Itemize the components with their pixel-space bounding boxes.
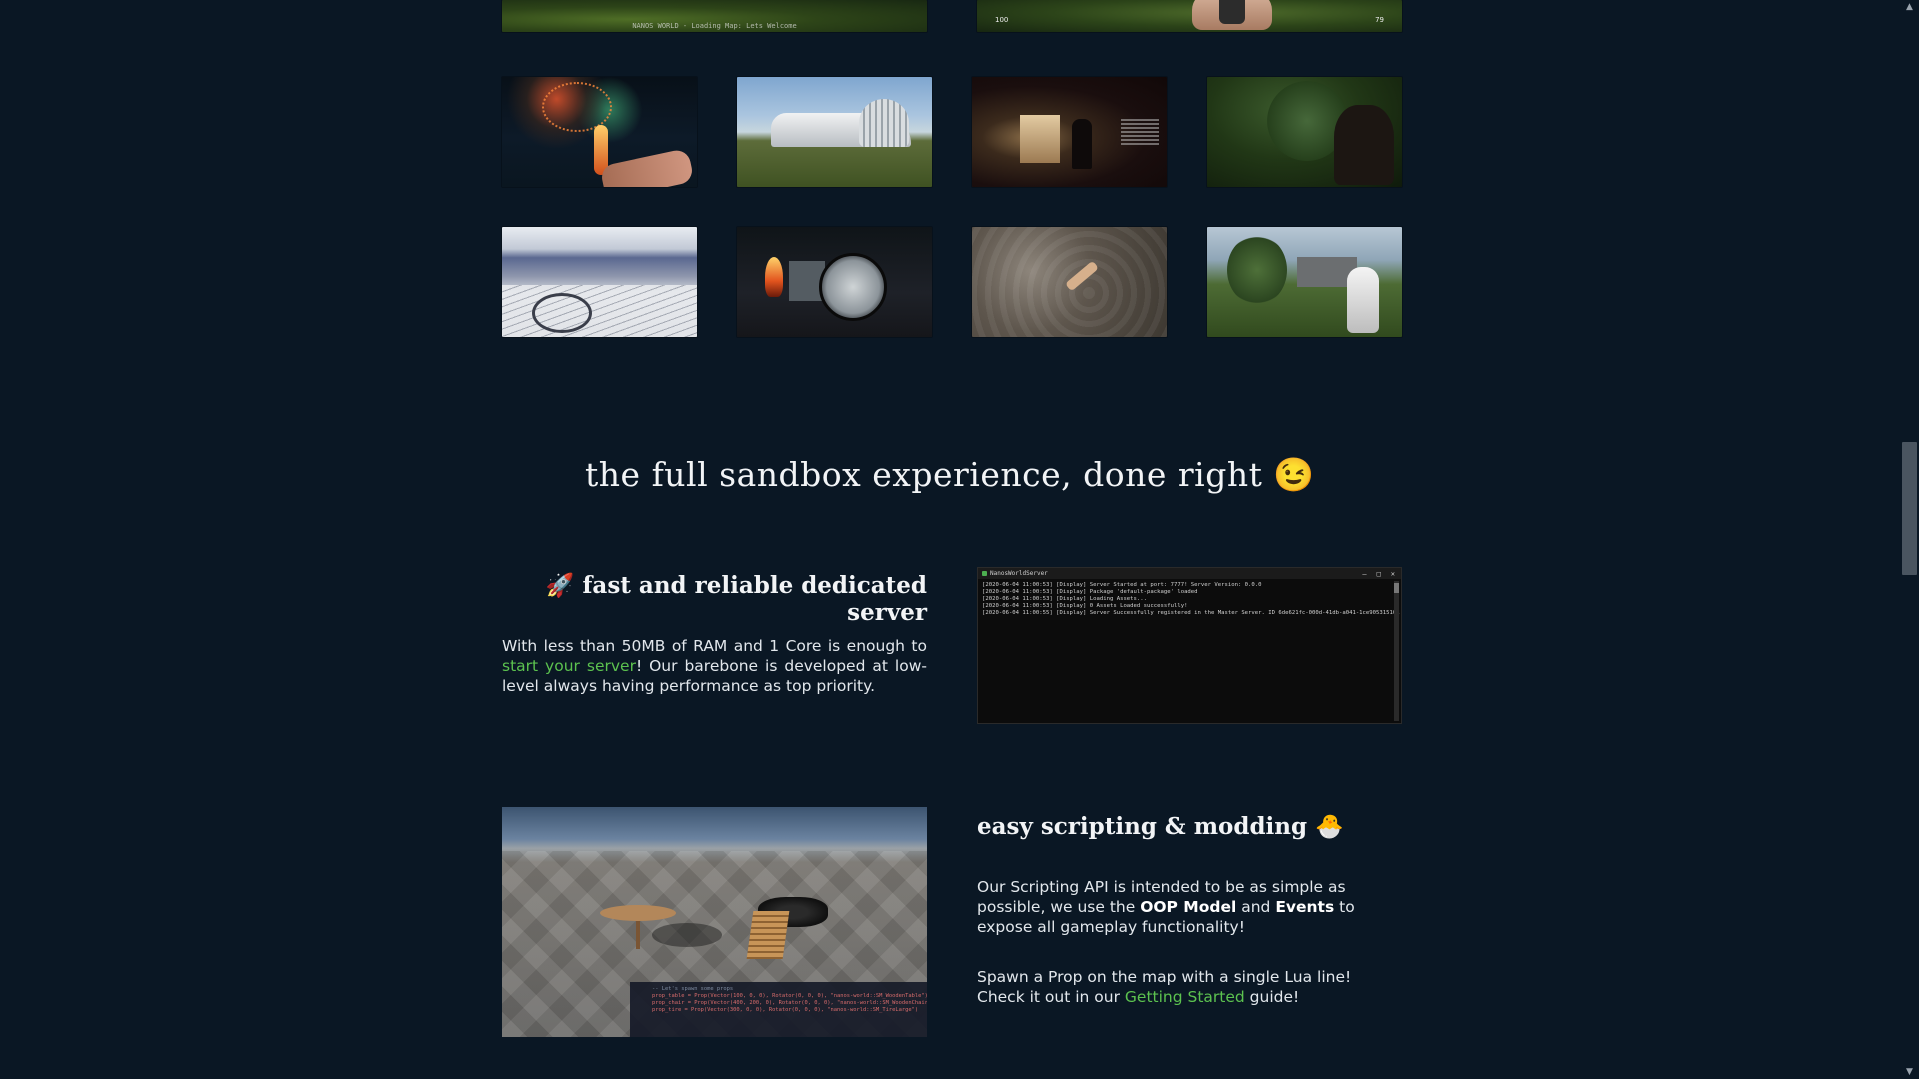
console-line: [2020-06-04 11:00:53] [Display] Loading … bbox=[982, 596, 1148, 602]
screenshot-dark-forest[interactable] bbox=[1207, 77, 1402, 187]
code-snippet: -- Let's spawn some props prop_table = P… bbox=[630, 982, 927, 1037]
spawn-text-part2: guide! bbox=[1244, 988, 1300, 1006]
tree-graphic bbox=[1227, 235, 1287, 305]
scope-graphic bbox=[819, 253, 887, 321]
maximize-icon: □ bbox=[1376, 569, 1381, 578]
arm-graphic bbox=[599, 148, 695, 187]
screenshot-caption: NANOS WORLD - Loading Map: Lets Welcome bbox=[632, 22, 797, 30]
code-comment: -- Let's spawn some props bbox=[652, 986, 734, 992]
console-scrollbar bbox=[1394, 581, 1399, 721]
spawn-prop-text: Spawn a Prop on the map with a single Lu… bbox=[977, 967, 1402, 1007]
character-silhouette bbox=[1072, 119, 1092, 169]
close-icon: ✕ bbox=[1390, 569, 1395, 578]
screenshot-first-person-weapon[interactable]: 100 79 bbox=[977, 0, 1402, 32]
screenshot-night-room[interactable] bbox=[972, 77, 1167, 187]
screenshot-modern-building[interactable] bbox=[737, 77, 932, 187]
lit-wall-graphic bbox=[1020, 115, 1060, 163]
weapon-graphic bbox=[1219, 0, 1245, 24]
screenshot-astronaut-village[interactable] bbox=[1207, 227, 1402, 337]
prop-shadow bbox=[652, 923, 722, 947]
hud-ammo: 79 bbox=[1375, 16, 1384, 24]
scroll-up-icon[interactable]: ▲ bbox=[1900, 0, 1919, 14]
server-console-screenshot: NanosWorldServer – □ ✕ [2020-06-04 11:00… bbox=[977, 567, 1402, 724]
console-line: [2020-06-04 11:00:53] [Display] Server S… bbox=[982, 582, 1262, 588]
console-line: [2020-06-04 11:00:53] [Display] 0 Assets… bbox=[982, 603, 1188, 609]
console-line: [2020-06-04 11:00:53] [Display] Package … bbox=[982, 589, 1198, 595]
astronaut-graphic bbox=[1347, 267, 1379, 333]
server-feature-title: 🚀 fast and reliable dedicated server bbox=[545, 572, 927, 626]
code-line: prop_chair = Prop(Vector(400, 200, 0), R… bbox=[652, 1000, 927, 1006]
page-scrollbar[interactable]: ▲ ▼ bbox=[1900, 0, 1919, 1079]
console-log: [2020-06-04 11:00:53] [Display] Server S… bbox=[978, 579, 1401, 620]
console-app-icon bbox=[982, 571, 987, 576]
scrollbar-thumb[interactable] bbox=[1902, 442, 1917, 575]
screenshot-fireworks[interactable] bbox=[502, 77, 697, 187]
props-scene-screenshot: -- Let's spawn some props prop_table = P… bbox=[502, 807, 927, 1037]
server-feature-text: With less than 50MB of RAM and 1 Core is… bbox=[502, 636, 927, 696]
start-server-link[interactable]: start your server bbox=[502, 657, 636, 675]
scroll-down-icon[interactable]: ▼ bbox=[1900, 1065, 1919, 1079]
code-line: prop_tire = Prop(Vector(300, 0, 0), Rota… bbox=[652, 1007, 919, 1013]
screenshot-sketch-car-interior[interactable] bbox=[502, 227, 697, 337]
console-title: NanosWorldServer bbox=[990, 570, 1048, 577]
hud-health: 100 bbox=[995, 16, 1009, 24]
console-line: [2020-06-04 11:00:55] [Display] Server S… bbox=[982, 610, 1400, 616]
events-bold: Events bbox=[1275, 898, 1335, 916]
table-leg-graphic bbox=[636, 919, 640, 949]
table-graphic bbox=[600, 905, 676, 921]
screenshot-rocky-ground-ragdoll[interactable] bbox=[972, 227, 1167, 337]
screenshot-forest-loading[interactable]: NANOS WORLD - Loading Map: Lets Welcome bbox=[502, 0, 927, 32]
fire-graphic bbox=[765, 257, 783, 297]
chair-graphic bbox=[746, 911, 790, 959]
scripting-feature-text: Our Scripting API is intended to be as s… bbox=[977, 877, 1402, 937]
steering-wheel-graphic bbox=[532, 293, 592, 333]
scripting-feature-title: easy scripting & modding 🐣 bbox=[977, 813, 1344, 840]
window-controls: – □ ✕ bbox=[1362, 570, 1401, 578]
hud-panel-graphic bbox=[1121, 119, 1159, 145]
section-heading: the full sandbox experience, done right … bbox=[585, 455, 1315, 494]
getting-started-link[interactable]: Getting Started bbox=[1125, 988, 1245, 1006]
minimize-icon: – bbox=[1362, 569, 1367, 578]
dome-graphic bbox=[859, 99, 909, 147]
server-text-part1: With less than 50MB of RAM and 1 Core is… bbox=[502, 637, 927, 655]
scripting-text-part2: and bbox=[1236, 898, 1276, 916]
rock-graphic bbox=[1334, 105, 1394, 185]
page: NANOS WORLD - Loading Map: Lets Welcome … bbox=[0, 0, 1900, 1079]
code-line: prop_table = Prop(Vector(100, 0, 0), Rot… bbox=[652, 993, 927, 999]
oop-model-bold: OOP Model bbox=[1140, 898, 1237, 916]
screenshot-scope-view[interactable] bbox=[737, 227, 932, 337]
console-titlebar: NanosWorldServer – □ ✕ bbox=[978, 568, 1401, 579]
